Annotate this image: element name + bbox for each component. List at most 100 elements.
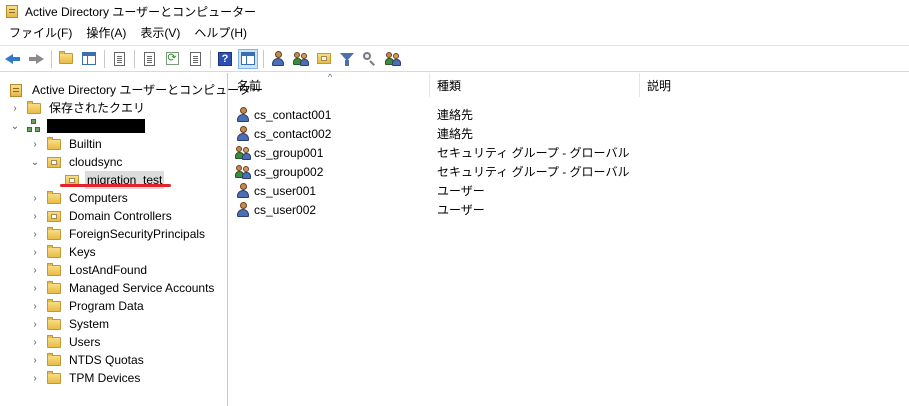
menu-bar: ファイル(F) 操作(A) 表示(V) ヘルプ(H) [0,23,909,43]
toolbar-separator [263,49,264,68]
tree-item-tpm-devices[interactable]: › TPM Devices [30,369,142,387]
console-tree[interactable]: Active Directory ユーザーとコンピューター › 保存されたクエリ… [0,73,263,406]
tree-item-foreignsecurityprincipals[interactable]: › ForeignSecurityPrincipals [30,225,207,243]
tree-item-label: ForeignSecurityPrincipals [69,227,206,241]
tree-item-label: Domain Controllers [69,209,172,223]
menu-view[interactable]: 表示(V) [133,23,187,43]
tree-item-saved-queries[interactable]: › 保存されたクエリ [10,99,147,117]
show-hide-console-tree-button[interactable] [80,50,98,68]
export-button[interactable] [186,50,204,68]
new-group-button[interactable] [292,50,310,68]
new-user-button[interactable] [269,50,287,68]
chevron-right-icon[interactable]: › [30,189,40,207]
folder-icon [46,244,62,258]
chevron-right-icon[interactable]: › [30,135,40,153]
chevron-right-icon[interactable]: › [30,207,40,225]
tree-item-label: LostAndFound [69,263,148,277]
chevron-right-icon[interactable]: › [30,279,40,297]
chevron-right-icon[interactable]: › [30,351,40,369]
back-button[interactable] [4,50,22,68]
tree-item-cloudsync[interactable]: ⌄ cloudsync [30,153,124,171]
toolbar-separator [51,49,52,68]
list-item-name-cell: cs_contact001 [234,107,331,122]
refresh-icon: ⟳ [165,52,179,65]
menu-file[interactable]: ファイル(F) [0,23,79,43]
up-one-level-button[interactable] [57,50,75,68]
list-item[interactable]: cs_group002 セキュリティ グループ - グローバル [230,162,909,181]
refresh-button[interactable]: ⟳ [163,50,181,68]
contact-icon [234,107,252,122]
tree-item-managed-service-accounts[interactable]: › Managed Service Accounts [30,279,216,297]
column-header-name[interactable]: 名前 ^ [230,72,430,97]
tree-item-label: System [69,317,110,331]
properties-icon [113,51,125,66]
folder-icon [26,100,42,114]
tree-item-ntds-quotas[interactable]: › NTDS Quotas [30,351,146,369]
new-ou-button[interactable] [315,50,333,68]
chevron-right-icon[interactable]: › [30,225,40,243]
list-item-name: cs_contact002 [254,126,332,141]
chevron-right-icon[interactable]: › [10,99,20,117]
export-icon [189,51,201,66]
list-item[interactable]: cs_group001 セキュリティ グループ - グローバル [230,143,909,162]
toolbar-separator [104,49,105,68]
folder-icon [46,190,62,204]
chevron-right-icon[interactable]: › [30,297,40,315]
add-to-group-button[interactable] [384,50,402,68]
folder-icon [46,262,62,276]
chevron-right-icon[interactable]: › [30,369,40,387]
chevron-right-icon[interactable]: › [30,315,40,333]
list-item-name: cs_group001 [254,145,324,160]
tree-item-domain-controllers[interactable]: › Domain Controllers [30,207,174,225]
export-list-button[interactable] [140,50,158,68]
aduc-app-icon [6,4,18,18]
list-item-name: cs_user002 [254,202,317,217]
tree-item-program-data[interactable]: › Program Data [30,297,146,315]
list-item[interactable]: cs_contact001 連絡先 [230,105,909,124]
filter-button[interactable] [338,50,356,68]
list-item-type: セキュリティ グループ - グローバル [437,146,630,160]
help-icon: ? [218,51,232,66]
tree-item-builtin[interactable]: › Builtin [30,135,104,153]
tree-item-lostandfound[interactable]: › LostAndFound [30,261,149,279]
list-item-name-cell: cs_user002 [234,202,316,217]
list-item-type: 連絡先 [437,127,474,141]
toolbar-separator [134,49,135,68]
menu-help[interactable]: ヘルプ(H) [187,23,254,43]
column-header-description[interactable]: 説明 [640,73,909,97]
help-button[interactable]: ? [216,50,234,68]
chevron-right-icon[interactable]: › [30,261,40,279]
chevron-down-icon[interactable]: ⌄ [10,117,20,135]
list-item[interactable]: cs_user002 ユーザー [230,200,909,219]
filter-icon [340,52,354,66]
column-header-type[interactable]: 種類 [430,73,640,97]
tree-root[interactable]: Active Directory ユーザーとコンピューター [8,81,265,99]
ou-folder-icon [46,156,62,168]
tree-item-label: Program Data [69,299,144,313]
tree-item-system[interactable]: › System [30,315,111,333]
list-item[interactable]: cs_user001 ユーザー [230,181,909,200]
forward-button[interactable] [27,50,45,68]
show-hide-tree-icon [82,52,96,65]
folder-icon [46,352,62,366]
folder-icon [46,370,62,384]
action-pane-button[interactable] [238,48,258,69]
folder-icon [46,316,62,330]
tree-item-label: 保存されたクエリ [49,101,146,115]
annotation-underline [60,184,171,187]
chevron-down-icon[interactable]: ⌄ [30,153,40,171]
find-button[interactable] [361,50,379,68]
tree-item-label: TPM Devices [69,371,141,385]
list-item[interactable]: cs_contact002 連絡先 [230,124,909,143]
no-expander [48,171,58,189]
tree-item-users[interactable]: › Users [30,333,102,351]
tree-item-label: Users [69,335,101,349]
tree-item-computers[interactable]: › Computers [30,189,130,207]
properties-button[interactable] [110,50,128,68]
chevron-right-icon[interactable]: › [30,333,40,351]
tree-item-keys[interactable]: › Keys [30,243,98,261]
tree-item-domain[interactable]: ⌄ [10,117,145,135]
details-pane[interactable]: 名前 ^ 種類 説明 cs_contact001 連絡先 cs_contact002… [230,72,909,406]
chevron-right-icon[interactable]: › [30,243,40,261]
menu-action[interactable]: 操作(A) [79,23,133,43]
